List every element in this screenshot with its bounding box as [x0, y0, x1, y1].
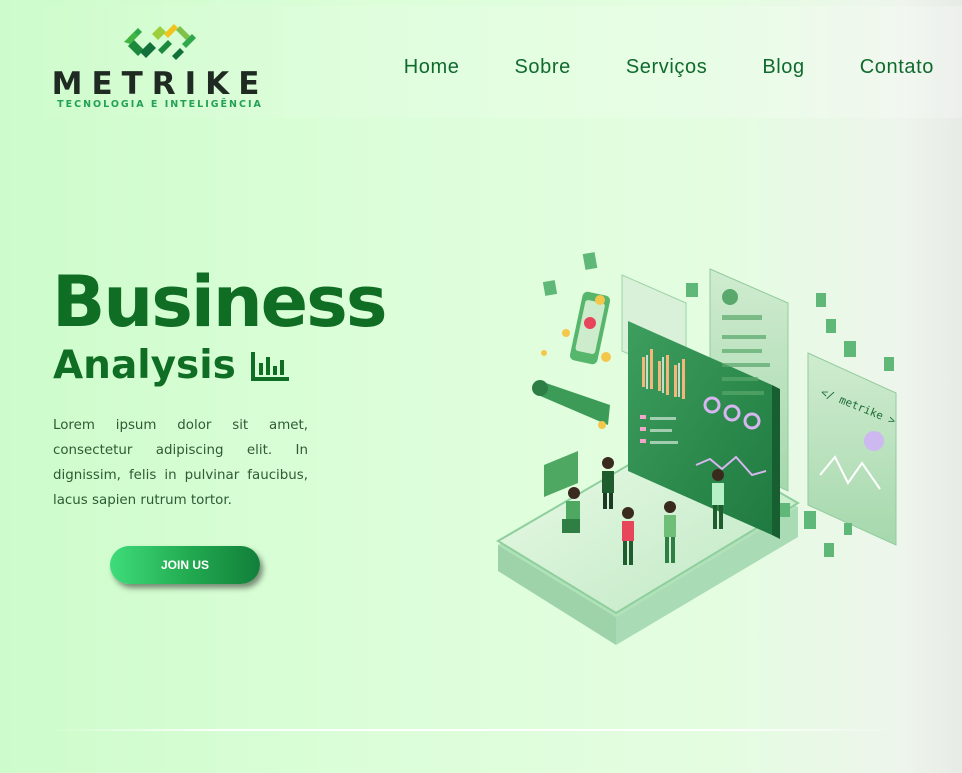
nav-blog[interactable]: Blog — [762, 56, 804, 79]
hero-subtitle-row: Analysis — [53, 342, 290, 390]
join-us-button[interactable]: JOIN US — [110, 546, 260, 584]
nav-sobre[interactable]: Sobre — [514, 56, 570, 79]
section-divider — [46, 729, 906, 731]
isometric-analytics-illustration-icon: </ metrike > — [496, 252, 898, 645]
nav-servicos[interactable]: Serviços — [626, 56, 708, 79]
brand-logo[interactable]: METRIKE TECNOLOGIA E INTELIGÊNCIA — [44, 24, 276, 110]
hero-description: Lorem ipsum dolor sit amet, consectetur … — [53, 418, 308, 508]
hero-title: Business — [52, 261, 387, 343]
logo-wordmark: METRIKE — [51, 66, 269, 102]
logo-tagline: TECNOLOGIA E INTELIGÊNCIA — [57, 99, 263, 110]
main-nav: Home Sobre Serviços Blog Contato — [349, 56, 934, 79]
bar-chart-icon — [250, 352, 289, 381]
logo-mark-icon — [124, 24, 196, 60]
nav-home[interactable]: Home — [404, 56, 460, 79]
hero-subtitle: Analysis — [53, 343, 236, 388]
nav-contato[interactable]: Contato — [860, 56, 934, 79]
